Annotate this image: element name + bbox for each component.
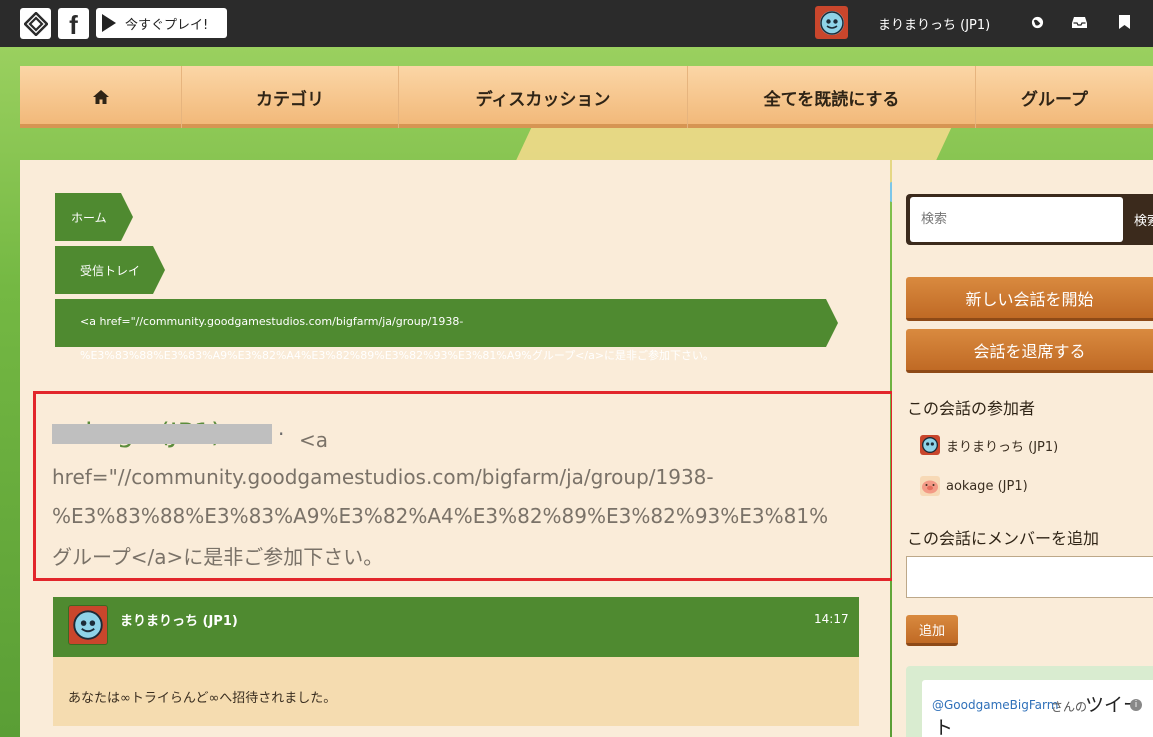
add-member-button[interactable]: 追加 — [906, 615, 958, 646]
nav-discussions-label: ディスカッション — [475, 89, 611, 110]
globe-icon[interactable] — [1029, 14, 1045, 30]
title-text-line2: href="//community.goodgamestudios.com/bi… — [52, 465, 714, 489]
nav-categories[interactable]: カテゴリ — [181, 66, 398, 128]
title-separator: · — [278, 422, 285, 446]
nav-categories-label: カテゴリ — [256, 89, 324, 110]
participants-heading: この会話の参加者 — [907, 399, 1036, 418]
avatar — [920, 435, 940, 455]
search-button[interactable]: 検索 — [1123, 197, 1153, 242]
participant-item[interactable]: aokage (JP1) — [920, 475, 1028, 497]
twitter-tweets-label-cont: ト — [934, 717, 954, 737]
leave-conversation-button[interactable]: 会話を退席する — [906, 329, 1153, 373]
breadcrumb-current-overflow: %E3%83%88%E3%83%A9%E3%82%A4%E3%82%89%E3%… — [80, 349, 715, 362]
new-conversation-button[interactable]: 新しい会話を開始 — [906, 277, 1153, 321]
message-text: あなたは∞トライらんど∞へ招待されました。 — [68, 691, 337, 706]
monster-face-icon — [922, 437, 938, 453]
breadcrumb-home[interactable]: ホーム — [55, 193, 133, 241]
search-input[interactable] — [910, 197, 1123, 242]
info-icon[interactable]: i — [1130, 699, 1142, 711]
avatar[interactable] — [815, 6, 848, 39]
message-avatar[interactable] — [68, 605, 108, 645]
top-bar: f 今すぐプレイ! まりまりっち (JP1) — [0, 0, 1153, 47]
twitter-account-link[interactable]: @GoodgameBigFarm — [932, 698, 1058, 712]
main-nav: カテゴリ ディスカッション 全てを既読にする グループ — [20, 66, 1153, 128]
facebook-icon[interactable]: f — [58, 8, 89, 40]
avatar — [920, 476, 940, 496]
title-text-line4: グループ</a>に是非ご参加下さい。 — [52, 545, 384, 569]
participant-item[interactable]: まりまりっち (JP1) — [920, 434, 1058, 456]
nav-groups-label: グループ — [1021, 89, 1088, 110]
breadcrumb-home-label: ホーム — [71, 210, 107, 225]
bookmark-icon[interactable] — [1116, 14, 1132, 30]
add-member-input[interactable] — [906, 556, 1153, 598]
nav-mark-all-read-label: 全てを既読にする — [763, 89, 900, 110]
monster-face-icon — [73, 610, 103, 640]
add-member-heading: この会話にメンバーを追加 — [907, 529, 1100, 548]
message-time: 14:17 — [814, 612, 849, 626]
message-author[interactable]: まりまりっち (JP1) — [120, 610, 238, 629]
home-icon — [92, 90, 109, 104]
participant-name: まりまりっち (JP1) — [946, 439, 1059, 455]
inbox-icon[interactable] — [1071, 14, 1087, 30]
participant-name: aokage (JP1) — [946, 478, 1028, 494]
twitter-san-label: さんの — [1051, 700, 1088, 714]
nav-home[interactable] — [20, 66, 181, 128]
breadcrumb-inbox-label: 受信トレイ — [80, 263, 141, 278]
breadcrumb-inbox[interactable]: 受信トレイ — [55, 246, 165, 294]
play-icon — [102, 14, 116, 32]
pig-icon — [922, 480, 938, 494]
nav-mark-all-read[interactable]: 全てを既読にする — [687, 66, 975, 128]
monster-face-icon — [819, 10, 844, 35]
nav-groups[interactable]: グループ — [975, 66, 1153, 128]
play-now-button[interactable]: 今すぐプレイ! — [96, 8, 227, 38]
ggs-logo-icon[interactable] — [20, 8, 51, 39]
current-user-name[interactable]: まりまりっち (JP1) — [878, 14, 990, 33]
play-now-label: 今すぐプレイ! — [125, 17, 209, 33]
title-text-line3: %E3%83%88%E3%83%A9%E3%82%A4%E3%82%89%E3%… — [52, 504, 829, 528]
redaction-bar — [52, 424, 272, 444]
breadcrumb-current[interactable]: <a href="//community.goodgamestudios.com… — [55, 299, 838, 347]
nav-discussions[interactable]: ディスカッション — [398, 66, 687, 128]
breadcrumb-current-label: <a href="//community.goodgamestudios.com… — [80, 315, 464, 328]
title-text-line1: <a — [299, 428, 329, 452]
